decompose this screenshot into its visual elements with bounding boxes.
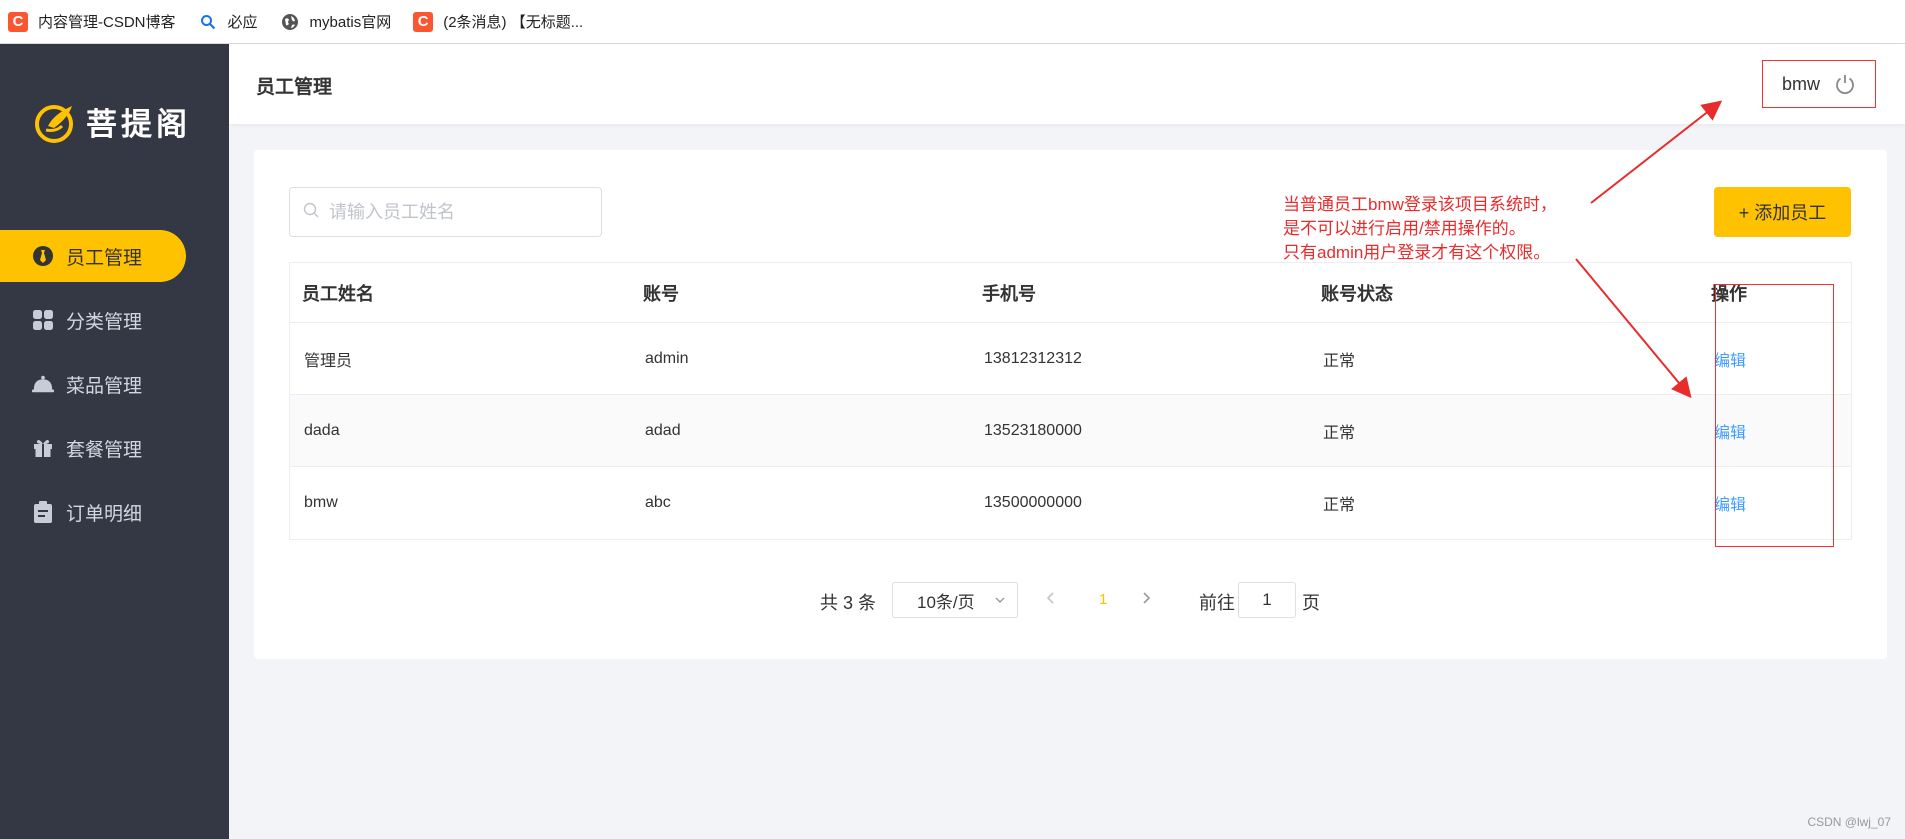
- logout-power-icon[interactable]: [1834, 73, 1856, 95]
- username: bmw: [1781, 73, 1820, 94]
- sidebar-item-category[interactable]: 分类管理: [0, 294, 186, 346]
- table-row: dada adad 13523180000 正常 编辑: [290, 395, 1851, 467]
- sidebar-item-orders[interactable]: 订单明细: [0, 486, 186, 538]
- search-box[interactable]: [289, 187, 602, 237]
- cell-status: 正常: [1323, 424, 1356, 442]
- column-header: 手机号: [982, 283, 1036, 304]
- annotation-line: 当普通员工bmw登录该项目系统时，: [1283, 195, 1557, 214]
- page-size-select[interactable]: 10条/页: [892, 582, 1018, 618]
- sidebar-item-label: 分类管理: [66, 311, 143, 333]
- edit-link[interactable]: 编辑: [1714, 491, 1746, 515]
- cell-status: 正常: [1323, 497, 1356, 514]
- bookmark-csdn-content[interactable]: C 内容管理-CSDN博客: [8, 0, 176, 43]
- edit-link[interactable]: 编辑: [1714, 419, 1746, 443]
- search-icon: [303, 202, 319, 223]
- sidebar-item-label: 订单明细: [66, 503, 143, 525]
- bookmarks-bar: C 内容管理-CSDN博客 必应 mybatis官网 C (2条消息) 【无标题…: [0, 0, 1905, 44]
- bookmark-label: 内容管理-CSDN博客: [38, 14, 176, 31]
- chevron-down-icon: [993, 592, 1007, 612]
- annotation-line: 只有admin用户登录才有这个权限。: [1283, 243, 1551, 262]
- bookmark-label: 必应: [227, 14, 258, 31]
- page-size-value: 10条/页: [917, 592, 975, 612]
- goto-page-input[interactable]: 1: [1238, 582, 1296, 618]
- sidebar-item-dish[interactable]: 菜品管理: [0, 358, 186, 410]
- page-number-current[interactable]: 1: [1099, 591, 1107, 608]
- cell-account: adad: [645, 421, 681, 439]
- csdn-icon: C: [8, 11, 28, 32]
- edit-link[interactable]: 编辑: [1714, 347, 1746, 371]
- next-page-button[interactable]: [1139, 589, 1153, 612]
- sidebar-item-setmeal[interactable]: 套餐管理: [0, 422, 186, 474]
- table-row: bmw abc 13500000000 正常 编辑: [290, 467, 1851, 539]
- sidebar-item-label: 员工管理: [66, 247, 143, 269]
- add-employee-button[interactable]: + 添加员工: [1714, 187, 1851, 237]
- globe-icon: [280, 12, 300, 32]
- tie-icon: [32, 245, 54, 267]
- bookmark-bing[interactable]: 必应: [198, 0, 258, 43]
- gift-icon: [32, 437, 54, 459]
- logo-text: 菩提阁: [86, 107, 191, 143]
- sidebar-item-employee[interactable]: 员工管理: [0, 230, 186, 282]
- clipboard-icon: [32, 501, 54, 523]
- column-header: 操作: [1711, 283, 1747, 304]
- column-header: 账号: [643, 283, 679, 304]
- annotation-note: 当普通员工bmw登录该项目系统时， 是不可以进行启用/禁用操作的。 只有admi…: [1283, 193, 1557, 265]
- employee-table: 员工姓名 账号 手机号 账号状态 操作 管理员 admin 1381231231…: [289, 262, 1852, 540]
- top-header: 员工管理 bmw: [229, 44, 1905, 124]
- annotation-line: 是不可以进行启用/禁用操作的。: [1283, 219, 1526, 238]
- sidebar-item-label: 套餐管理: [66, 439, 143, 461]
- column-header: 账号状态: [1321, 283, 1393, 304]
- cell-name: bmw: [304, 494, 338, 511]
- sidebar: 菩提阁 员工管理 分类管理 菜品管理 套餐管理 订单明细: [0, 44, 229, 839]
- search-input[interactable]: [329, 201, 589, 223]
- pagination-total: 共 3 条: [820, 593, 877, 613]
- bookmark-label: mybatis官网: [309, 14, 392, 31]
- table-row: 管理员 admin 13812312312 正常 编辑: [290, 323, 1851, 395]
- cell-account: abc: [645, 494, 671, 511]
- cell-phone: 13523180000: [984, 421, 1082, 439]
- cell-phone: 13500000000: [984, 494, 1082, 511]
- page-unit-label: 页: [1302, 593, 1320, 613]
- watermark: CSDN @lwj_07: [1807, 815, 1891, 829]
- user-menu[interactable]: bmw: [1762, 60, 1876, 108]
- cloche-icon: [32, 373, 54, 395]
- sidebar-item-label: 菜品管理: [66, 375, 143, 397]
- app-logo: 菩提阁: [34, 99, 191, 144]
- logo-icon: [35, 104, 73, 143]
- prev-page-button[interactable]: [1044, 589, 1058, 612]
- cell-phone: 13812312312: [984, 349, 1082, 367]
- bing-search-icon: [198, 12, 218, 32]
- csdn-icon: C: [413, 11, 434, 32]
- content-card: + 添加员工 员工姓名 账号 手机号 账号状态 操作 管理员 admin 138…: [254, 150, 1887, 659]
- cell-name: dada: [304, 421, 340, 439]
- cell-name: 管理员: [304, 352, 353, 370]
- cell-account: admin: [645, 349, 689, 367]
- cell-status: 正常: [1323, 352, 1356, 370]
- page-title: 员工管理: [256, 77, 333, 98]
- grid-icon: [32, 309, 54, 331]
- bookmark-label: (2条消息) 【无标题...: [443, 14, 584, 31]
- bookmark-mybatis[interactable]: mybatis官网: [280, 0, 392, 43]
- pagination: 共 3 条 10条/页 1 前往 1 页: [254, 582, 1887, 618]
- bookmark-csdn-message[interactable]: C (2条消息) 【无标题...: [413, 0, 583, 43]
- table-header-row: 员工姓名 账号 手机号 账号状态 操作: [290, 263, 1851, 323]
- column-header: 员工姓名: [302, 283, 374, 304]
- goto-label: 前往: [1199, 593, 1235, 613]
